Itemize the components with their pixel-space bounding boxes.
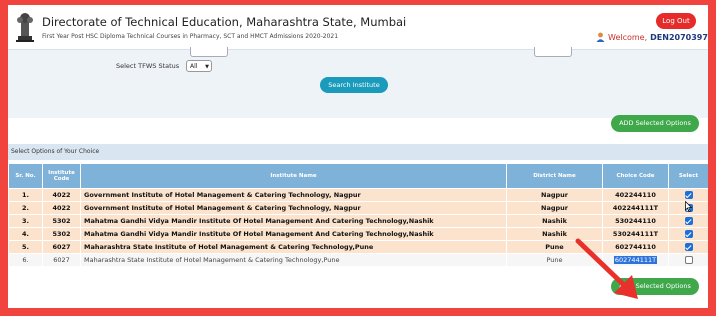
select-checkbox[interactable] bbox=[684, 243, 693, 251]
district-name: Pune bbox=[506, 253, 603, 267]
institute-name: Maharashtra State Institute of Hotel Man… bbox=[80, 240, 507, 254]
select-cell bbox=[668, 214, 708, 228]
institute-code: 6027 bbox=[42, 253, 81, 267]
username: DEN20703975 bbox=[650, 32, 708, 42]
filter-select-partial[interactable] bbox=[190, 47, 228, 57]
institute-code: 4022 bbox=[42, 201, 81, 215]
column-header: Sr. No. bbox=[8, 163, 43, 189]
add-selected-options-button-bottom[interactable]: ADD Selected Options bbox=[611, 278, 699, 295]
institute-name: Mahatma Gandhi Vidya Mandir Institute Of… bbox=[80, 227, 507, 241]
select-checkbox[interactable] bbox=[684, 191, 693, 199]
column-header: Institute Code bbox=[42, 163, 81, 189]
screenshot-frame: Directorate of Technical Education, Maha… bbox=[0, 0, 716, 316]
sr-no: 4. bbox=[8, 227, 43, 241]
table-row: 4. 5302 Mahatma Gandhi Vidya Mandir Inst… bbox=[8, 227, 708, 241]
page-subtitle: First Year Post HSC Diploma Technical Co… bbox=[42, 33, 339, 40]
table-row: 1. 4022 Government Institute of Hotel Ma… bbox=[8, 188, 708, 202]
institute-name: Maharashtra State Institute of Hotel Man… bbox=[80, 253, 507, 267]
table-row: 5. 6027 Maharashtra State Institute of H… bbox=[8, 240, 708, 254]
choice-code-cell: 602744111T bbox=[602, 253, 669, 267]
filter-select-partial[interactable] bbox=[534, 47, 572, 57]
column-header: District Name bbox=[506, 163, 603, 189]
select-cell bbox=[668, 188, 708, 202]
choices-heading: Select Options of Your Choice bbox=[8, 144, 708, 160]
institute-code: 5302 bbox=[42, 214, 81, 228]
tfws-select[interactable]: All ▼ bbox=[186, 60, 212, 72]
choice-code: 530244110 bbox=[602, 214, 669, 228]
user-icon bbox=[596, 32, 605, 42]
browser-viewport: Directorate of Technical Education, Maha… bbox=[8, 5, 708, 308]
district-name: Nashik bbox=[506, 214, 603, 228]
institute-code: 4022 bbox=[42, 188, 81, 202]
page-header: Directorate of Technical Education, Maha… bbox=[8, 5, 708, 49]
choice-code: 402244111T bbox=[602, 201, 669, 215]
select-checkbox[interactable] bbox=[684, 217, 693, 225]
choice-code: 402244110 bbox=[602, 188, 669, 202]
table-header-row: Sr. No. Institute Code Institute Name Di… bbox=[8, 163, 708, 189]
sr-no: 6. bbox=[8, 253, 43, 267]
filter-panel: Select TFWS Status All ▼ Search Institut… bbox=[8, 47, 708, 118]
column-header: Choice Code bbox=[602, 163, 669, 189]
choice-code: 530244111T bbox=[602, 227, 669, 241]
select-checkbox[interactable] bbox=[684, 230, 693, 238]
institute-code: 5302 bbox=[42, 227, 81, 241]
table-row: 6. 6027 Maharashtra State Institute of H… bbox=[8, 253, 708, 267]
column-header: Select bbox=[668, 163, 708, 189]
district-name: Nagpur bbox=[506, 188, 603, 202]
sr-no: 5. bbox=[8, 240, 43, 254]
select-cell bbox=[668, 253, 708, 267]
district-name: Nashik bbox=[506, 227, 603, 241]
page-title: Directorate of Technical Education, Maha… bbox=[42, 15, 407, 29]
search-institute-button[interactable]: Search Institute bbox=[320, 77, 388, 93]
institute-name: Government Institute of Hotel Management… bbox=[80, 188, 507, 202]
column-header: Institute Name bbox=[80, 163, 507, 189]
tfws-label: Select TFWS Status bbox=[116, 62, 180, 70]
emblem-icon bbox=[16, 13, 34, 42]
select-cell bbox=[668, 227, 708, 241]
table-row: 3. 5302 Mahatma Gandhi Vidya Mandir Inst… bbox=[8, 214, 708, 228]
choices-table: Sr. No. Institute Code Institute Name Di… bbox=[8, 163, 708, 267]
table-row: 2. 4022 Government Institute of Hotel Ma… bbox=[8, 201, 708, 215]
add-selected-options-button[interactable]: ADD Selected Options bbox=[611, 115, 699, 132]
logout-button[interactable]: Log Out bbox=[656, 13, 696, 29]
mouse-cursor-icon bbox=[685, 201, 692, 212]
sr-no: 1. bbox=[8, 188, 43, 202]
select-cell bbox=[668, 240, 708, 254]
district-name: Nagpur bbox=[506, 201, 603, 215]
institute-name: Mahatma Gandhi Vidya Mandir Institute Of… bbox=[80, 214, 507, 228]
institute-code: 6027 bbox=[42, 240, 81, 254]
choice-code: 602744110 bbox=[602, 240, 669, 254]
sr-no: 2. bbox=[8, 201, 43, 215]
sr-no: 3. bbox=[8, 214, 43, 228]
institute-name: Government Institute of Hotel Management… bbox=[80, 201, 507, 215]
district-name: Pune bbox=[506, 240, 603, 254]
tfws-value: All bbox=[190, 63, 198, 70]
welcome-user: Welcome, DEN20703975 bbox=[596, 32, 708, 42]
select-checkbox[interactable] bbox=[684, 256, 693, 264]
choice-code-highlighted: 602744111T bbox=[613, 256, 658, 264]
welcome-label: Welcome, bbox=[608, 32, 648, 42]
chevron-down-icon: ▼ bbox=[205, 64, 209, 70]
